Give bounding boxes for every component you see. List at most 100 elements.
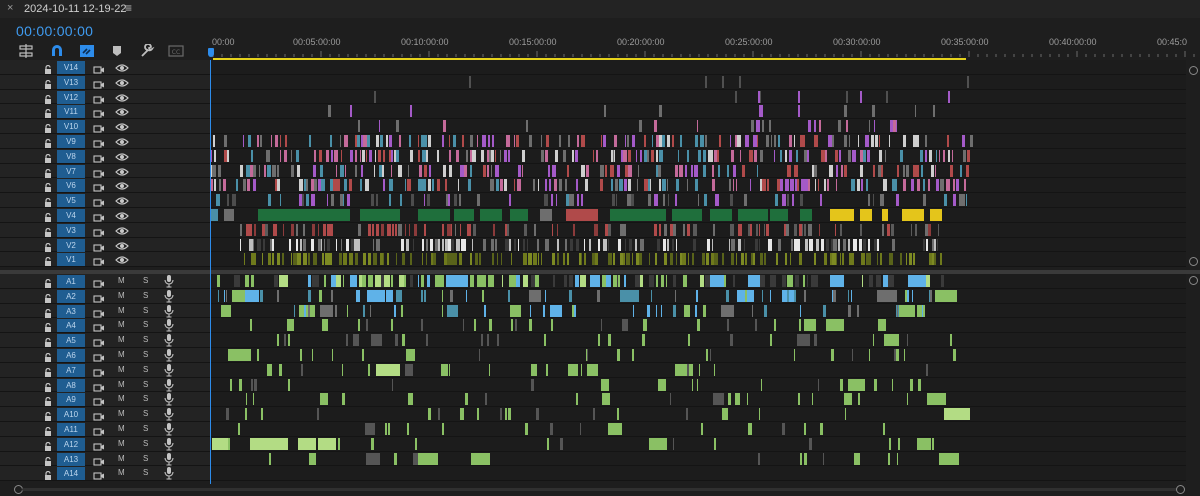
solo-track-button[interactable]: S <box>143 350 148 359</box>
timeline-clip[interactable] <box>422 253 424 266</box>
track-target-label[interactable]: V5 <box>57 194 85 208</box>
zoom-handle-right[interactable] <box>1176 485 1185 494</box>
timeline-clip[interactable] <box>868 120 870 133</box>
timeline-clip[interactable] <box>457 179 460 192</box>
timeline-clip[interactable] <box>280 149 282 162</box>
timeline-clip[interactable] <box>785 179 789 192</box>
timeline-clip[interactable] <box>946 179 950 192</box>
timeline-clip[interactable] <box>291 223 295 236</box>
timeline-clip[interactable] <box>891 223 895 236</box>
lock-icon[interactable] <box>44 77 52 89</box>
timeline-clip[interactable] <box>796 334 811 347</box>
timeline-clip[interactable] <box>925 363 929 376</box>
timeline-clip[interactable] <box>897 452 899 465</box>
timeline-clip[interactable] <box>418 149 420 162</box>
timeline-clip[interactable] <box>417 179 422 192</box>
insert-overwrite-icon[interactable] <box>18 44 34 58</box>
timeline-clip[interactable] <box>486 164 490 177</box>
timeline-clip[interactable] <box>537 179 539 192</box>
timeline-clip[interactable] <box>872 194 875 207</box>
timeline-clip[interactable] <box>862 275 864 287</box>
timeline-clip[interactable] <box>551 253 555 266</box>
lock-icon[interactable] <box>44 92 52 104</box>
timeline-clip[interactable] <box>396 253 398 266</box>
timeline-clip[interactable] <box>495 238 497 251</box>
timeline-clip[interactable] <box>290 253 293 266</box>
timeline-clip[interactable] <box>623 253 626 266</box>
timeline-clip[interactable] <box>357 135 361 147</box>
timeline-clip[interactable] <box>319 149 323 162</box>
timeline-clip[interactable] <box>833 238 838 251</box>
mute-track-button[interactable]: M <box>118 439 125 448</box>
timeline-clip[interactable] <box>787 289 790 302</box>
sync-lock-icon[interactable] <box>93 454 105 466</box>
timeline-clip[interactable] <box>879 149 883 162</box>
timeline-clip[interactable] <box>770 334 772 347</box>
timeline-clip[interactable] <box>675 238 678 251</box>
timeline-clip[interactable] <box>897 304 899 317</box>
timeline-clip[interactable] <box>600 319 603 332</box>
timeline-clip[interactable] <box>873 120 875 133</box>
voice-over-record-icon[interactable] <box>163 363 175 377</box>
timeline-clip[interactable] <box>784 253 787 266</box>
timeline-clip[interactable] <box>731 238 735 251</box>
timeline-clip[interactable] <box>695 135 698 147</box>
timeline-clip[interactable] <box>683 223 686 236</box>
timeline-clip[interactable] <box>644 135 647 147</box>
timeline-clip[interactable] <box>639 253 643 266</box>
timeline-clip[interactable] <box>868 349 870 361</box>
timeline-clip[interactable] <box>529 319 532 332</box>
timeline-clip[interactable] <box>312 275 319 287</box>
timeline-clip[interactable] <box>395 120 400 133</box>
timeline-clip[interactable] <box>951 149 954 162</box>
timeline-clip[interactable] <box>483 164 486 177</box>
timeline-clip[interactable] <box>279 194 282 207</box>
timeline-clip[interactable] <box>710 275 724 287</box>
timeline-clip[interactable] <box>448 164 452 177</box>
timeline-clip[interactable] <box>826 319 845 332</box>
timeline-clip[interactable] <box>930 289 932 302</box>
timeline-clip[interactable] <box>657 378 667 391</box>
timeline-clip[interactable] <box>751 120 754 133</box>
timeline-clip[interactable] <box>933 238 937 251</box>
timeline-clip[interactable] <box>905 289 907 302</box>
timeline-clip[interactable] <box>857 135 860 147</box>
timeline-clip[interactable] <box>583 238 586 251</box>
timeline-clip[interactable] <box>314 149 317 162</box>
timeline-clip[interactable] <box>911 223 913 236</box>
toggle-output-eye-icon[interactable] <box>115 165 129 177</box>
timeline-clip[interactable] <box>749 149 753 162</box>
timeline-clip[interactable] <box>906 393 909 406</box>
timeline-clip[interactable] <box>823 179 826 192</box>
toggle-output-eye-icon[interactable] <box>115 105 129 117</box>
timeline-clip[interactable] <box>783 223 786 236</box>
timeline-clip[interactable] <box>592 149 594 162</box>
timeline-clip[interactable] <box>760 378 763 391</box>
timeline-clip[interactable] <box>568 135 571 147</box>
timeline-clip[interactable] <box>811 393 814 406</box>
timeline-clip[interactable] <box>632 135 636 147</box>
timeline-clip[interactable] <box>658 105 662 118</box>
timeline-clip[interactable] <box>794 223 797 236</box>
timeline-clip[interactable] <box>500 179 503 192</box>
track-target-label[interactable]: V9 <box>57 135 85 148</box>
timeline-clip[interactable] <box>715 194 719 207</box>
timeline-clip[interactable] <box>726 289 730 302</box>
sync-lock-icon[interactable] <box>93 254 105 266</box>
timeline-clip[interactable] <box>394 452 397 465</box>
voice-over-record-icon[interactable] <box>163 318 175 332</box>
timeline-clip[interactable] <box>378 120 381 133</box>
timeline-clip[interactable] <box>262 238 265 251</box>
timeline-clip[interactable] <box>398 223 402 236</box>
timeline-clip[interactable] <box>277 289 279 302</box>
timeline-clip[interactable] <box>421 238 425 251</box>
timeline-clip[interactable] <box>910 179 915 192</box>
timeline-clip[interactable] <box>721 408 729 421</box>
timeline-clip[interactable] <box>489 319 492 332</box>
solo-track-button[interactable]: S <box>143 409 148 418</box>
timeline-clip[interactable] <box>774 135 776 147</box>
track-lane[interactable] <box>210 237 1186 252</box>
timeline-clip[interactable] <box>473 319 477 332</box>
timeline-clip[interactable] <box>307 253 311 266</box>
lock-icon[interactable] <box>44 195 52 208</box>
